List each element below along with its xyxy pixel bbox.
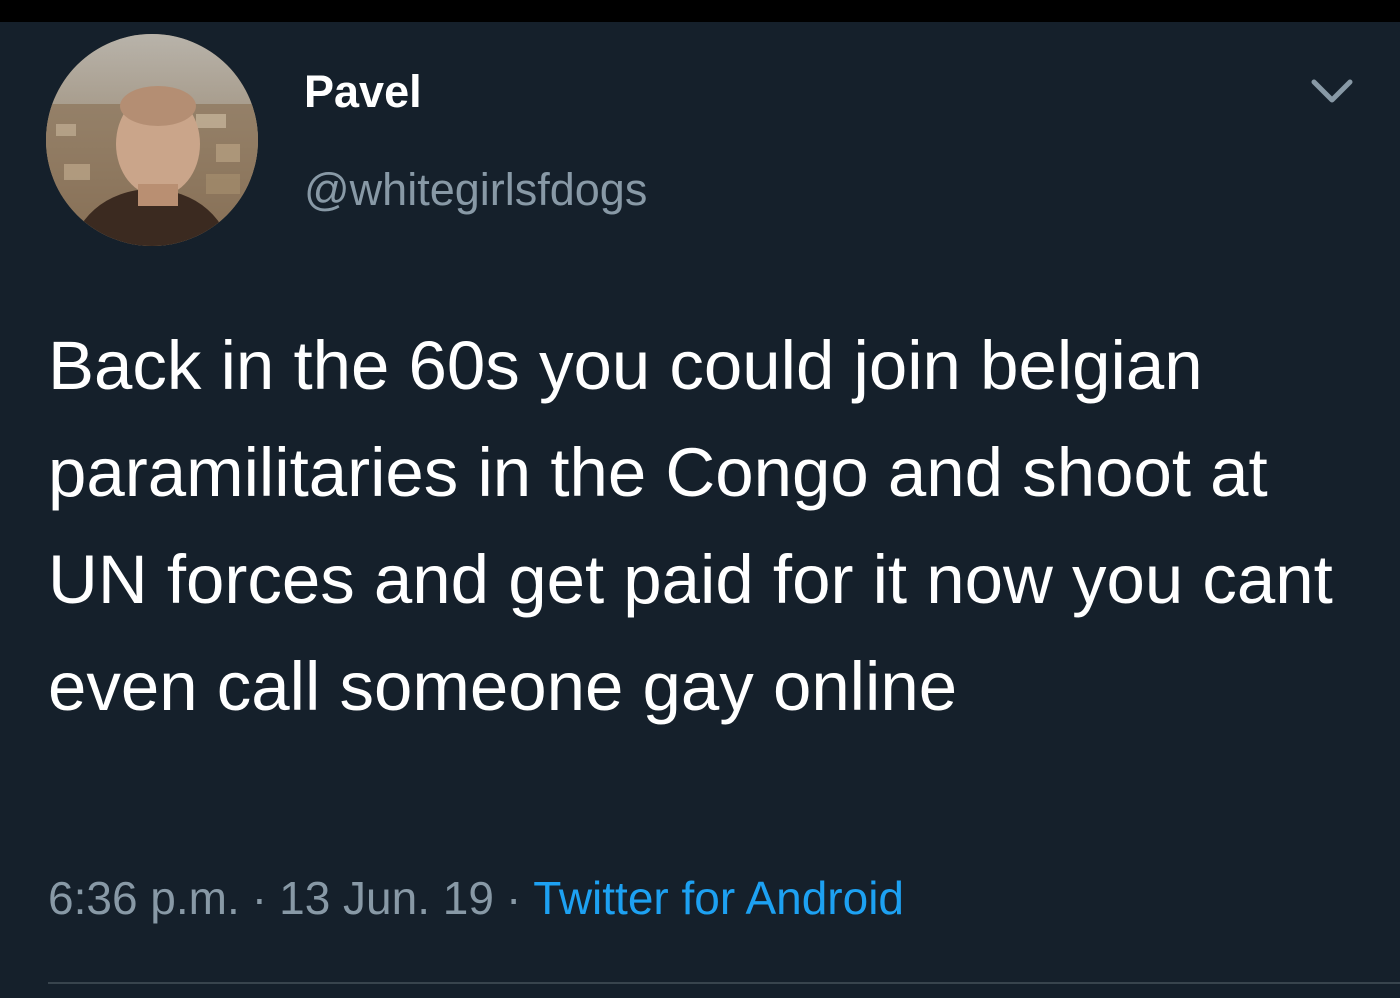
divider [48,982,1400,984]
tweet-menu-button[interactable] [1306,70,1358,110]
avatar[interactable] [46,34,258,246]
top-bar [0,0,1400,22]
avatar-photo-icon [46,34,258,246]
tweet-source-link[interactable]: Twitter for Android [533,872,904,924]
author-display-name[interactable]: Pavel [304,66,422,118]
tweet-date[interactable]: 13 Jun. 19 [279,872,494,924]
tweet-metadata: 6:36 p.m. · 13 Jun. 19 · Twitter for Android [48,870,904,926]
author-handle[interactable]: @whitegirlsfdogs [304,164,647,216]
tweet-text: Back in the 60s you could join belgian p… [48,327,1333,725]
tweet-card: Pavel @whitegirlsfdogs Back in the 60s y… [0,22,1400,998]
tweet-time[interactable]: 6:36 p.m. [48,872,240,924]
separator-dot: · [251,872,268,924]
chevron-down-icon [1311,79,1353,103]
separator-dot: · [505,872,522,924]
